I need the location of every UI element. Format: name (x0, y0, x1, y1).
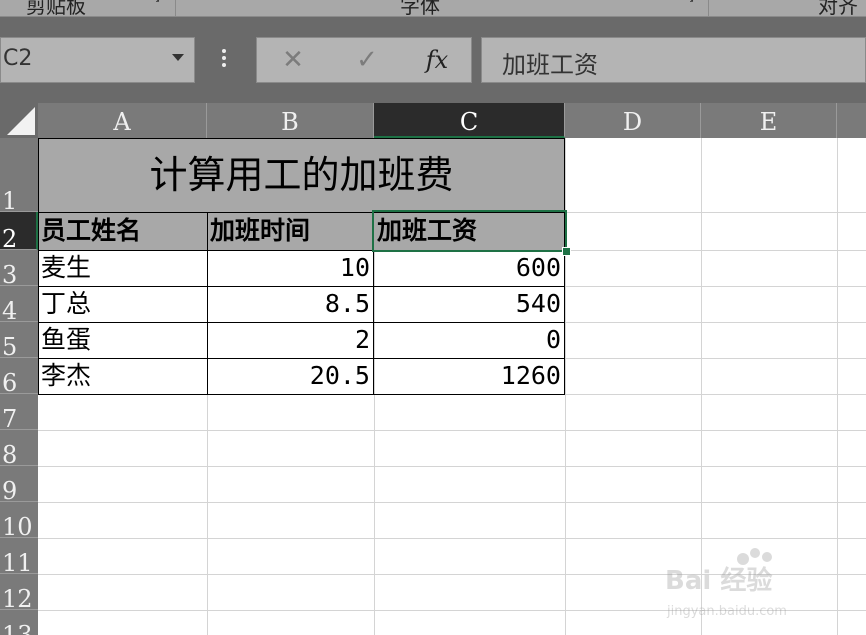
column-header-f[interactable] (837, 103, 866, 138)
row-header-2[interactable]: 2 (0, 212, 38, 251)
column-header-a[interactable]: A (38, 103, 207, 138)
row-header-5[interactable]: 5 (0, 322, 38, 359)
formula-content: 加班工资 (502, 51, 598, 79)
formula-bar-area: C2 ✕ ✓ fx 加班工资 (0, 17, 866, 103)
watermark-brand: Bai 经验 (665, 565, 772, 596)
table-border (207, 212, 208, 395)
table-cell[interactable]: 10 (207, 250, 374, 286)
table-cell[interactable]: 丁总 (38, 286, 207, 322)
row-header-9[interactable]: 9 (0, 466, 38, 503)
cancel-icon[interactable]: ✕ (263, 38, 323, 82)
ribbon-group-alignment[interactable]: 对齐 (818, 0, 858, 16)
table-border (38, 138, 39, 395)
ribbon-strip: 剪贴板 ↘ 字体 ↘ 对齐 (0, 0, 866, 17)
watermark-url: jingyan.baidu.com (666, 604, 787, 619)
table-cell[interactable]: 2 (207, 322, 374, 358)
row-header-11[interactable]: 11 (0, 538, 38, 575)
baidu-watermark: Bai 经验 jingyan.baidu.com (665, 548, 787, 619)
clipboard-launcher-icon[interactable]: ↘ (152, 0, 162, 5)
row-header-6[interactable]: 6 (0, 358, 38, 395)
table-border (38, 394, 565, 395)
header-cell-hours[interactable]: 加班时间 (207, 212, 374, 250)
ribbon-divider (175, 0, 176, 16)
ribbon-group-clipboard[interactable]: 剪贴板 (26, 0, 86, 16)
table-cell[interactable]: 8.5 (207, 286, 374, 322)
table-cell[interactable]: 20.5 (207, 358, 374, 394)
table-border (38, 286, 565, 287)
row-header-8[interactable]: 8 (0, 430, 38, 467)
row-header-4[interactable]: 4 (0, 286, 38, 323)
select-all-button[interactable] (0, 103, 38, 138)
table-cell[interactable]: 600 (374, 250, 565, 286)
table-cell[interactable]: 鱼蛋 (38, 322, 207, 358)
ribbon-divider (708, 0, 709, 16)
table-cell[interactable]: 1260 (374, 358, 565, 394)
chevron-down-icon[interactable] (172, 54, 184, 61)
formula-buttons: ✕ ✓ fx (256, 37, 472, 83)
active-cell-selection (372, 210, 567, 252)
gridline (38, 466, 866, 467)
header-cell-name[interactable]: 员工姓名 (38, 212, 207, 250)
gridline (38, 502, 866, 503)
table-border (38, 322, 565, 323)
table-cell[interactable]: 0 (374, 322, 565, 358)
row-header-10[interactable]: 10 (0, 502, 38, 539)
row-header-13[interactable]: 13 (0, 610, 38, 635)
enter-check-icon[interactable]: ✓ (337, 38, 397, 82)
font-launcher-icon[interactable]: ↘ (686, 0, 696, 5)
column-header-b[interactable]: B (207, 103, 374, 138)
spreadsheet-grid: A B C D E 1 2 3 4 5 6 7 8 9 10 11 12 13 … (0, 103, 866, 635)
column-header-e[interactable]: E (701, 103, 837, 138)
table-cell[interactable]: 麦生 (38, 250, 207, 286)
fill-handle[interactable] (562, 247, 571, 256)
title-cell[interactable]: 计算用工的加班费 (38, 138, 565, 212)
more-options-icon[interactable] (221, 49, 227, 71)
table-border (38, 138, 565, 139)
name-box[interactable]: C2 (0, 37, 195, 83)
formula-input[interactable]: 加班工资 (481, 37, 866, 83)
row-header-12[interactable]: 12 (0, 574, 38, 611)
row-header-3[interactable]: 3 (0, 250, 38, 287)
table-border (564, 138, 565, 395)
row-header-7[interactable]: 7 (0, 394, 38, 431)
column-header-d[interactable]: D (565, 103, 701, 138)
table-cell[interactable]: 540 (374, 286, 565, 322)
ribbon-group-font[interactable]: 字体 (400, 0, 440, 16)
insert-function-icon[interactable]: fx (407, 38, 467, 82)
select-all-triangle-icon (7, 107, 35, 135)
column-header-c[interactable]: C (374, 103, 565, 138)
table-border (38, 358, 565, 359)
gridline (38, 538, 866, 539)
gridline (38, 430, 866, 431)
row-header-1[interactable]: 1 (0, 138, 38, 213)
table-cell[interactable]: 李杰 (38, 358, 207, 394)
name-box-value: C2 (3, 46, 33, 71)
